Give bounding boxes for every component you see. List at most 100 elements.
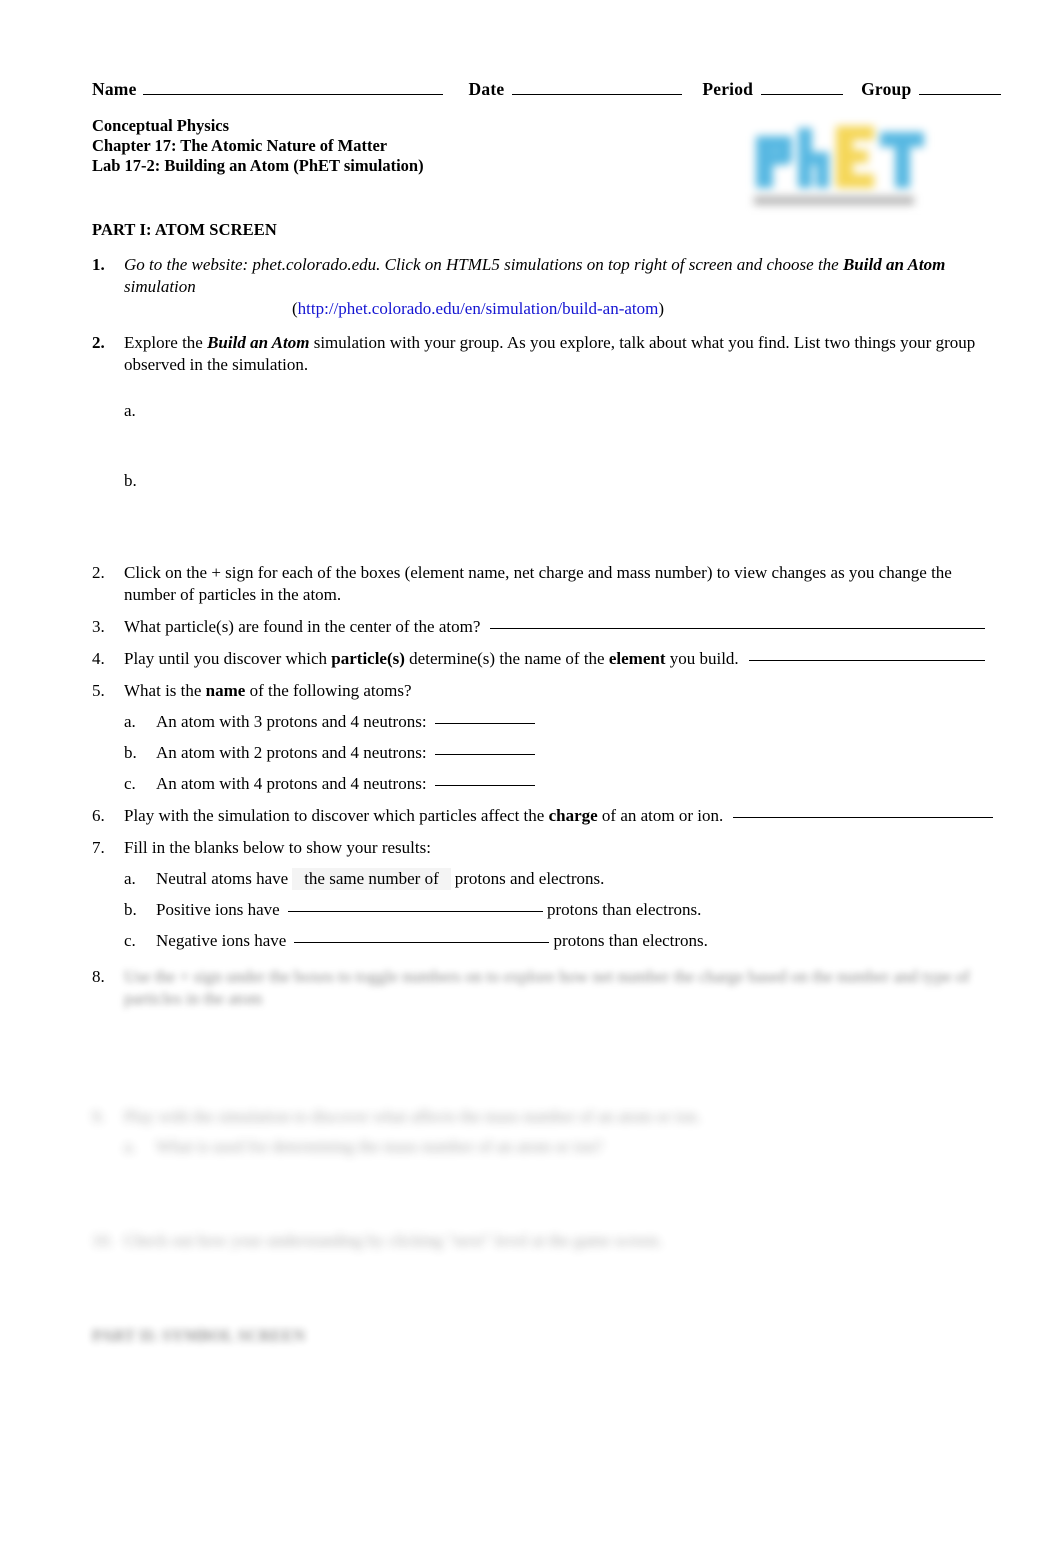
part-2-heading-redacted: PART II: SYMBOL SCREEN xyxy=(92,1326,306,1345)
item-6-sub-b-letter: b. xyxy=(124,743,137,762)
list-item-7: 6. Play with the simulation to discover … xyxy=(92,805,1002,827)
list-item-2: 2. Explore the Build an Atom simulation … xyxy=(92,332,1002,376)
item-9-redacted-line2: in the atom xyxy=(185,989,263,1008)
period-label: Period xyxy=(702,79,754,99)
list-item-1: 1. Go to the website: phet.colorado.edu.… xyxy=(92,254,1002,298)
item-10-redacted-text: Play with the simulation to discover wha… xyxy=(124,1107,701,1126)
list-item-6: 5. What is the name of the following ato… xyxy=(92,680,1002,702)
item-1-body: Go to the website: phet.colorado.edu. Cl… xyxy=(124,254,1002,298)
item-8-sub-c-body: Negative ions have protons than electron… xyxy=(156,930,1002,952)
item-8-sub-a-text-before: Neutral atoms have xyxy=(156,869,289,888)
item-6-sub-c-answer-line[interactable] xyxy=(434,785,535,786)
list-item-11: 10. Check out how your understanding by … xyxy=(92,1230,1002,1252)
name-input-line[interactable] xyxy=(142,94,443,95)
list-item-8: 7. Fill in the blanks below to show your… xyxy=(92,837,1002,859)
item-3-number: 2. xyxy=(92,563,105,582)
item-5-body: Play until you discover which particle(s… xyxy=(124,648,1002,670)
item-8-sub-b-text-before: Positive ions have xyxy=(156,900,280,919)
item-8-sub-c-answer-line[interactable] xyxy=(294,942,550,943)
item-7-text-a: Play with the simulation to discover whi… xyxy=(124,806,549,825)
list-item-9: 8. Use the + sign under the boxes to tog… xyxy=(92,966,1002,1010)
item-4-text: What particle(s) are found in the center… xyxy=(124,617,481,636)
item-1-url-row: (http://phet.colorado.edu/en/simulation/… xyxy=(92,298,1002,320)
item-6-sub-c-text: An atom with 4 protons and 4 neutrons: xyxy=(156,774,427,793)
item-5-number: 4. xyxy=(92,649,105,668)
build-an-atom-link[interactable]: http://phet.colorado.edu/en/simulation/b… xyxy=(298,298,659,320)
item-5-text-e: you build. xyxy=(665,649,739,668)
item-5-text-a: Play until you discover which xyxy=(124,649,332,668)
item-1-number: 1. xyxy=(92,255,105,274)
period-input-line[interactable] xyxy=(761,94,844,95)
document-page: Name Date Period Group Conceptual Physic… xyxy=(0,0,1062,1556)
item-2-text-a: Explore the xyxy=(124,333,208,352)
item-5-particles-emphasis: particle(s) xyxy=(331,649,405,668)
item-8-sub-a-answer[interactable]: the same number of xyxy=(292,868,451,890)
part-1-heading: PART I: ATOM SCREEN xyxy=(92,220,277,239)
item-2-sub-b-letter: b. xyxy=(124,471,137,490)
item-2-sub-b: b. xyxy=(92,470,1002,492)
student-info-header: Name Date Period Group xyxy=(92,78,1002,100)
item-6-name-emphasis: name xyxy=(205,681,246,700)
item-8-text: Fill in the blanks below to show your re… xyxy=(124,838,431,857)
item-9-number: 8. xyxy=(92,967,105,986)
item-1-sim-name: Build an Atom xyxy=(842,255,946,274)
item-6-sub-b-answer-line[interactable] xyxy=(434,754,535,755)
item-2-sim-name: Build an Atom xyxy=(207,333,310,352)
item-7-body: Play with the simulation to discover whi… xyxy=(124,805,1002,827)
date-label: Date xyxy=(468,79,505,99)
item-10-sub-a-redacted-text: What is used for determining the mass nu… xyxy=(156,1137,603,1156)
list-item-3: 2. Click on the + sign for each of the b… xyxy=(92,562,1002,606)
item-6-sub-a-text: An atom with 3 protons and 4 neutrons: xyxy=(156,712,427,731)
item-4-answer-line[interactable] xyxy=(490,628,986,629)
item-6-sub-c-letter: c. xyxy=(124,774,136,793)
item-8-sub-c: c. Negative ions have protons than elect… xyxy=(92,930,1002,952)
item-8-sub-c-text-after: protons than electrons. xyxy=(553,931,708,950)
item-6-sub-c: c. An atom with 4 protons and 4 neutrons… xyxy=(92,773,1002,795)
group-input-line[interactable] xyxy=(919,94,1002,95)
item-2-sub-a: a. xyxy=(92,400,1002,422)
item-5-element-emphasis: element xyxy=(608,649,666,668)
item-6-body: What is the name of the following atoms? xyxy=(124,680,1002,702)
course-title-block: Conceptual Physics Chapter 17: The Atomi… xyxy=(92,116,1002,176)
lab-title: Lab 17-2: Building an Atom (PhET simulat… xyxy=(92,156,424,175)
url-paren-close: ) xyxy=(658,299,665,318)
item-10-sub-a: a. What is used for determining the mass… xyxy=(92,1136,1002,1158)
list-item-5: 4. Play until you discover which particl… xyxy=(92,648,1002,670)
item-6-text-c: of the following atoms? xyxy=(245,681,412,700)
item-6-sub-b: b. An atom with 2 protons and 4 neutrons… xyxy=(92,742,1002,764)
item-10-sub-a-letter: a. xyxy=(124,1137,136,1156)
item-8-sub-b-answer-line[interactable] xyxy=(287,911,543,912)
item-8-sub-a-body: Neutral atoms have the same number of prot… xyxy=(156,868,1002,890)
item-2-number: 2. xyxy=(92,333,105,352)
item-6-sub-b-text: An atom with 2 protons and 4 neutrons: xyxy=(156,743,427,762)
item-7-answer-line[interactable] xyxy=(733,817,994,818)
item-4-body: What particle(s) are found in the center… xyxy=(124,616,1002,638)
item-7-text-c: of an atom or ion. xyxy=(597,806,724,825)
item-8-sub-c-text-before: Negative ions have xyxy=(156,931,287,950)
document-content: Name Date Period Group Conceptual Physic… xyxy=(92,78,1002,1346)
item-8-sub-a: a. Neutral atoms have the same number of p… xyxy=(92,868,1002,890)
item-6-sub-a-letter: a. xyxy=(124,712,136,731)
item-7-charge-emphasis: charge xyxy=(548,806,598,825)
item-8-sub-b-body: Positive ions have protons than electron… xyxy=(156,899,1002,921)
item-5-text-c: determine(s) the name of the xyxy=(404,649,609,668)
item-6-sub-b-body: An atom with 2 protons and 4 neutrons: xyxy=(156,742,1002,764)
date-input-line[interactable] xyxy=(512,94,683,95)
item-8-sub-b-text-after: protons than electrons. xyxy=(546,900,702,919)
item-6-sub-a-answer-line[interactable] xyxy=(434,723,535,724)
item-10-number: 9. xyxy=(92,1107,105,1126)
chapter-title: Chapter 17: The Atomic Nature of Matter xyxy=(92,136,388,155)
item-9-redacted-text: Use the + sign under the boxes to toggle… xyxy=(124,966,1002,1010)
item-1-text-a: Go to the website: phet.colorado.edu. Cl… xyxy=(124,255,843,274)
group-label: Group xyxy=(861,79,912,99)
item-6-sub-a-body: An atom with 3 protons and 4 neutrons: xyxy=(156,711,1002,733)
item-2-body: Explore the Build an Atom simulation wit… xyxy=(124,332,1002,376)
item-8-sub-b-letter: b. xyxy=(124,900,137,919)
item-5-answer-line[interactable] xyxy=(748,660,985,661)
item-6-sub-c-body: An atom with 4 protons and 4 neutrons: xyxy=(156,773,1002,795)
item-11-number: 10. xyxy=(92,1231,114,1250)
item-3-text: Click on the + sign for each of the boxe… xyxy=(124,563,952,604)
item-8-number: 7. xyxy=(92,838,105,857)
list-item-10: 9. Play with the simulation to discover … xyxy=(92,1106,1002,1128)
name-label: Name xyxy=(92,79,137,99)
